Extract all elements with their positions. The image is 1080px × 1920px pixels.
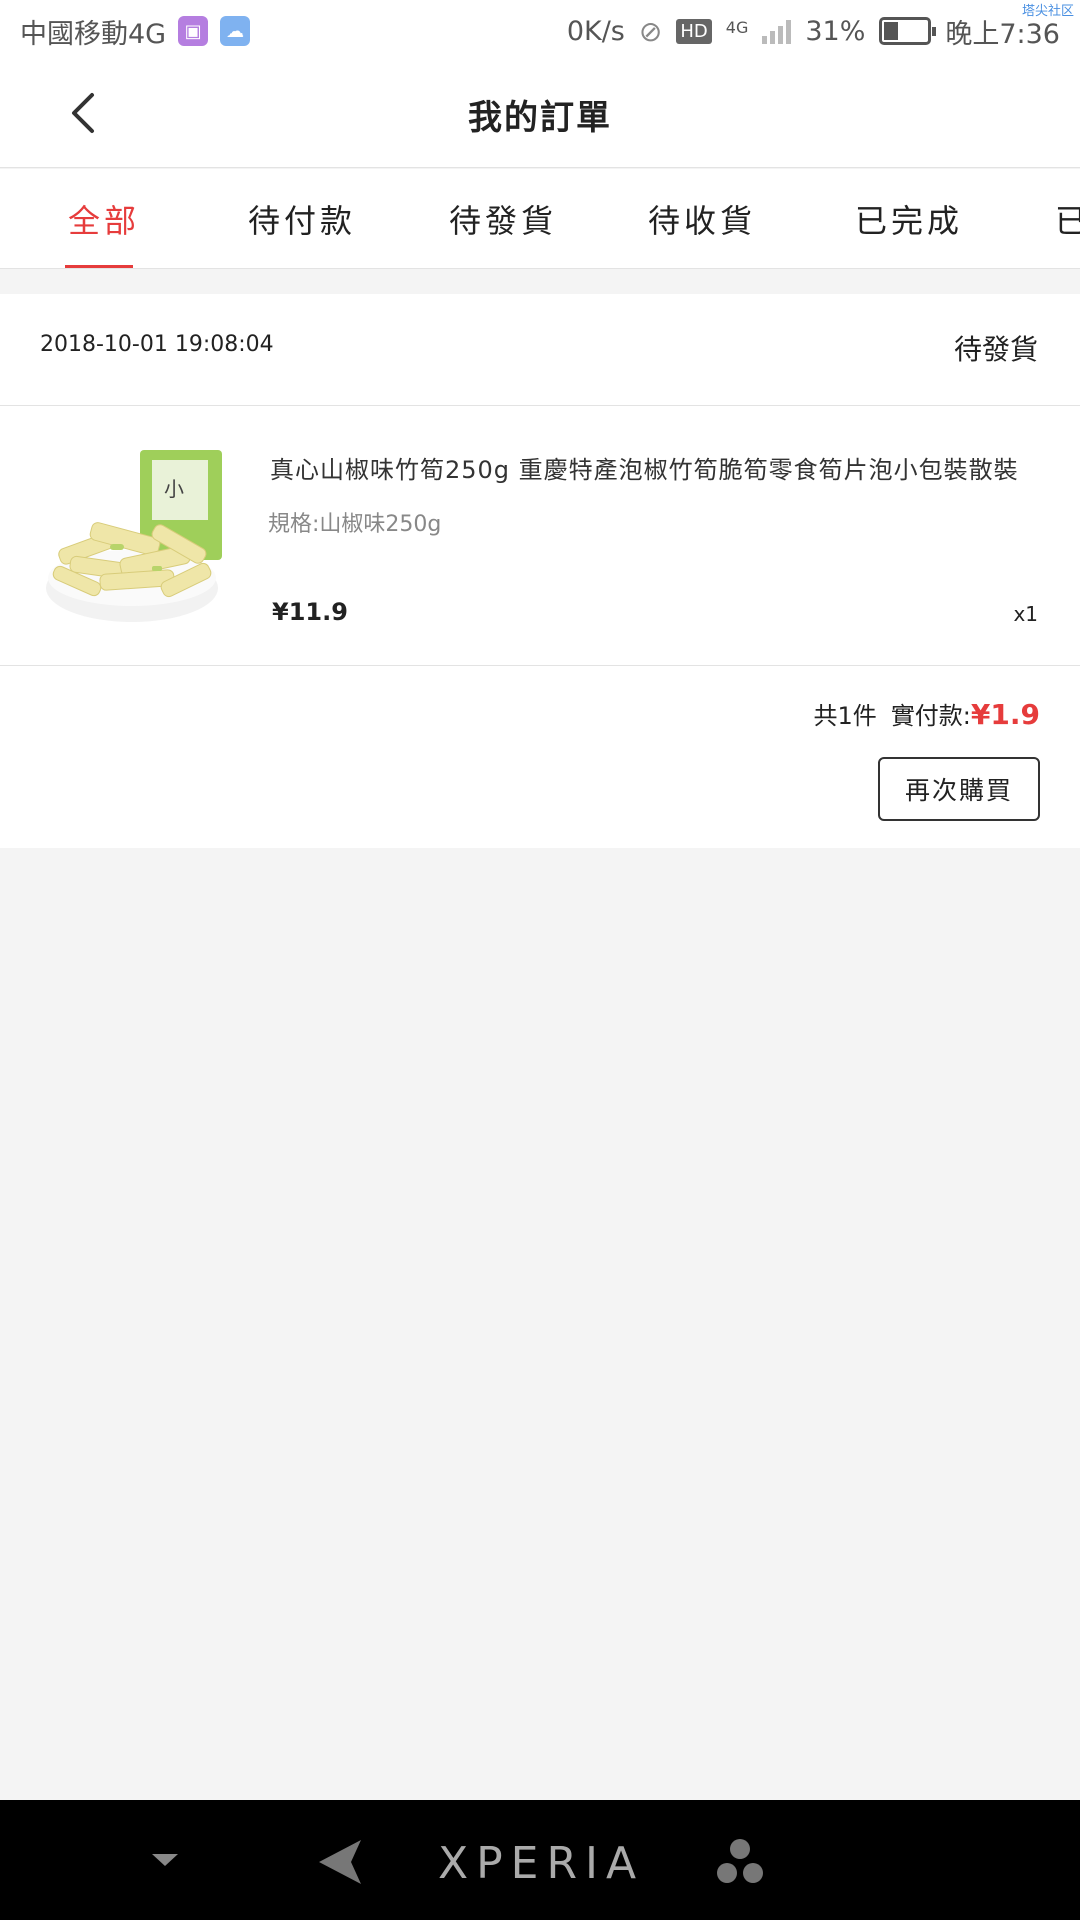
watermark: 塔尖社区 [1021,4,1074,19]
order-header: 2018-10-01 19:08:04 待發貨 [0,294,1080,406]
product-spec: 規格:山椒味250g [268,512,442,537]
triangle-back-icon [319,1840,361,1884]
paid-label: 實付款: [890,702,971,730]
product-image[interactable]: 小 [40,448,226,626]
tab-pending-payment[interactable]: 待付款 [248,169,356,268]
product-quantity: x1 [1013,602,1038,626]
recent-apps-button[interactable] [710,1834,770,1890]
carrier-label: 中國移動4G [20,18,167,50]
header: 我的訂單 [0,62,1080,168]
order-tabs: 全部 待付款 待發貨 待收貨 已完成 已 [0,169,1080,269]
status-left: 中國移動4G ▣ ☁ [20,12,251,51]
product-photo: 小 [40,448,226,626]
back-nav-button[interactable] [312,1836,368,1888]
battery-icon [879,17,937,45]
back-button[interactable] [58,88,108,138]
order-card[interactable]: 2018-10-01 19:08:04 待發貨 小 真心山椒味竹筍250g 重慶… [0,294,1080,848]
item-count: 共1件 [813,702,877,730]
network-type: 4G [725,17,749,37]
hd-badge: HD [676,18,712,44]
xperia-logo[interactable]: XPERIA [438,1838,644,1889]
product-name[interactable]: 真心山椒味竹筍250g 重慶特產泡椒竹筍脆筍零食筍片泡小包裝散裝 [270,450,1040,485]
signal-icon [762,18,792,44]
buy-again-button[interactable]: 再次購買 [878,757,1040,821]
trefoil-icon [717,1839,763,1883]
svg-text:小: 小 [164,477,184,501]
cloud-notification-icon: ☁ [220,16,251,46]
tab-more[interactable]: 已 [1055,169,1080,268]
order-time: 2018-10-01 19:08:04 [40,332,274,357]
paid-amount: ¥1.9 [970,698,1040,731]
tab-pending-receipt[interactable]: 待收貨 [648,169,756,268]
chevron-down-icon [152,1854,178,1866]
no-disturb-icon: ⊘ [638,14,663,48]
product-price: ¥11.9 [272,598,348,626]
network-speed: 0K/s [566,15,625,47]
tab-all[interactable]: 全部 [68,169,140,268]
battery-percent: 31% [805,15,866,47]
hide-nav-button[interactable] [140,1838,190,1882]
system-nav-bar: XPERIA [0,1800,1080,1920]
product-row[interactable]: 小 真心山椒味竹筍250g 重慶特產泡椒竹筍脆筍零食筍片泡小包裝散裝 規格:山椒… [0,406,1080,666]
order-summary: 共1件 實付款: ¥1.9 [814,696,1040,731]
status-bar: 中國移動4G ▣ ☁ 0K/s ⊘ HD 4G 31% 晚上7:36 塔尖社区 [0,0,1080,62]
screen: 中國移動4G ▣ ☁ 0K/s ⊘ HD 4G 31% 晚上7:36 塔尖社区 … [0,0,1080,1920]
gallery-notification-icon: ▣ [178,16,209,46]
chevron-left-icon [72,93,94,133]
tab-completed[interactable]: 已完成 [855,169,963,268]
page-title: 我的訂單 [468,98,612,138]
status-right: 0K/s ⊘ HD 4G 31% 晚上7:36 [567,12,1060,51]
tab-pending-shipment[interactable]: 待發貨 [449,169,557,268]
order-status: 待發貨 [953,333,1038,366]
active-tab-indicator [65,265,133,268]
